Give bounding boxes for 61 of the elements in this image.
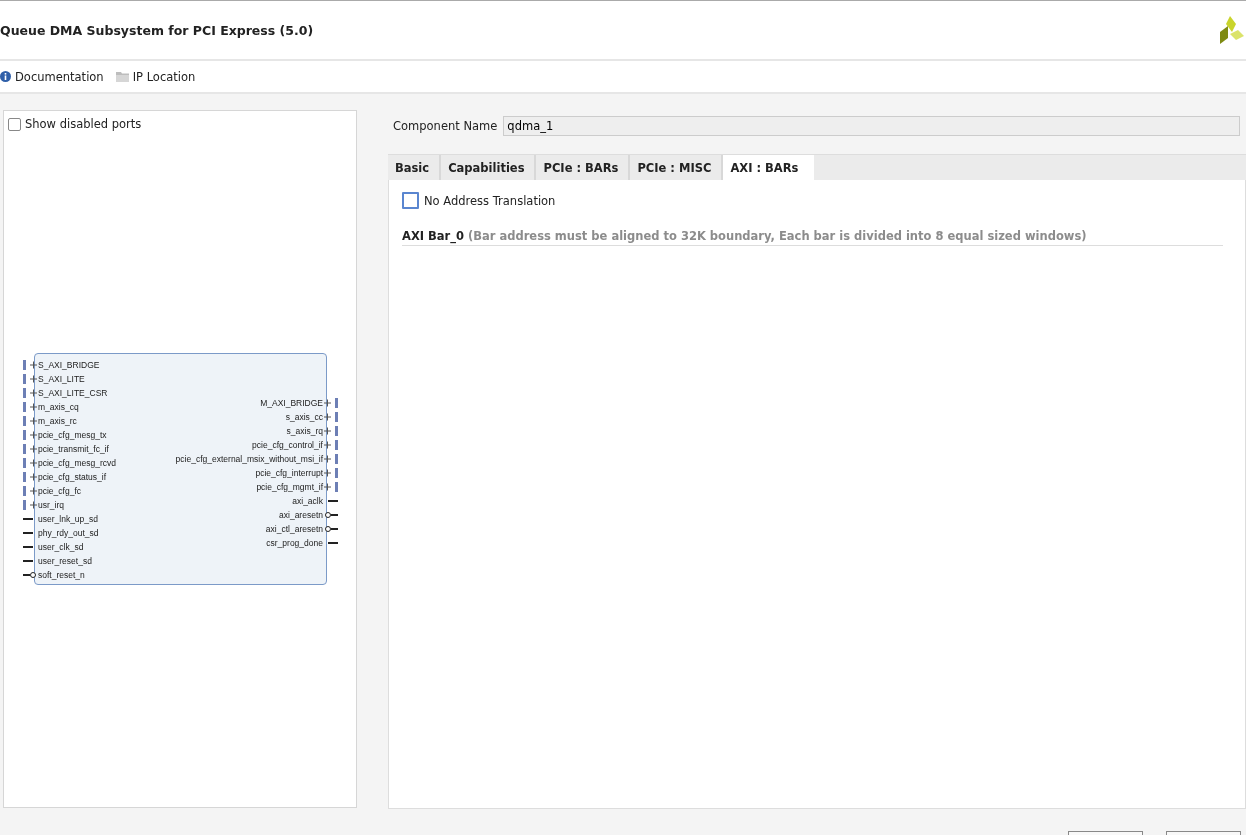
toolbar-link[interactable]: IP Location xyxy=(115,69,196,84)
port-label: s_axis_rq xyxy=(286,426,323,436)
bus-pin-icon xyxy=(23,457,37,469)
field-label: Component Name xyxy=(393,119,498,133)
bus-pin-icon xyxy=(23,359,37,371)
port-label: pcie_cfg_control_if xyxy=(252,440,323,450)
port-label: pcie_cfg_interrupt xyxy=(255,468,323,478)
port-label: usr_irq xyxy=(38,500,64,510)
bus-pin-icon xyxy=(23,429,37,441)
bus-pin-icon xyxy=(23,443,37,455)
button[interactable] xyxy=(1166,831,1241,835)
port-label: pcie_cfg_fc xyxy=(38,486,81,496)
bus-pin-icon xyxy=(23,373,37,385)
inverted-pin-icon xyxy=(324,523,338,535)
component-name-field[interactable]: qdma_1 xyxy=(503,116,1240,136)
port-label: pcie_cfg_mesg_tx xyxy=(38,430,107,440)
bus-pin-icon xyxy=(23,415,37,427)
port-label: pcie_cfg_status_if xyxy=(38,472,107,482)
bus-pin-icon xyxy=(324,411,338,423)
button[interactable] xyxy=(1068,831,1143,835)
port-label: soft_reset_n xyxy=(38,570,85,580)
port-label: axi_ctl_aresetn xyxy=(265,524,323,534)
bus-pin-icon xyxy=(324,467,338,479)
port-label: axi_aresetn xyxy=(279,510,323,520)
port-label: S_AXI_LITE_CSR xyxy=(38,388,108,398)
bus-pin-icon xyxy=(23,387,37,399)
port-label: m_axis_rc xyxy=(38,416,77,426)
port-label: S_AXI_LITE xyxy=(38,374,85,384)
port-label: user_clk_sd xyxy=(38,542,84,552)
port-label: pcie_cfg_mgmt_if xyxy=(256,482,323,492)
port-label: pcie_cfg_external_msix_without_msi_if xyxy=(175,454,323,464)
bus-pin-icon xyxy=(324,453,338,465)
bus-pin-icon xyxy=(324,397,338,409)
folder-icon xyxy=(115,71,129,82)
bus-pin-icon xyxy=(324,481,338,493)
toolbar-link[interactable]: Documentation xyxy=(0,69,104,84)
port-label: S_AXI_BRIDGE xyxy=(38,360,100,370)
tab[interactable]: AXI : BARs xyxy=(723,155,815,180)
port-label: M_AXI_BRIDGE xyxy=(260,398,323,408)
port-label: s_axis_cc xyxy=(285,412,323,422)
port-label: csr_prog_done xyxy=(266,538,323,548)
port-label: pcie_cfg_mesg_rcvd xyxy=(38,458,116,468)
section-note: (Bar address must be aligned to 32K boundary, Each bar is divided into 8 equal sized windows) xyxy=(468,229,1087,243)
window-title: Queue DMA Subsystem for PCI Express (5.0) xyxy=(0,22,314,38)
bus-pin-icon xyxy=(23,499,37,511)
bus-pin-icon xyxy=(23,485,37,497)
port-label: user_reset_sd xyxy=(38,556,92,566)
port-label: m_axis_cq xyxy=(38,402,79,412)
port-label: pcie_transmit_fc_if xyxy=(38,444,109,454)
port-label: phy_rdy_out_sd xyxy=(38,528,99,538)
port-label: user_lnk_up_sd xyxy=(38,514,98,524)
checkbox[interactable]: No Address Translation xyxy=(402,192,1223,209)
bus-pin-icon xyxy=(23,471,37,483)
inverted-pin-icon xyxy=(324,509,338,521)
port-label: axi_aclk xyxy=(292,496,323,506)
bus-pin-icon xyxy=(324,439,338,451)
inverted-pin-icon xyxy=(23,569,37,581)
bus-pin-icon xyxy=(324,425,338,437)
bus-pin-icon xyxy=(23,401,37,413)
section-title: AXI Bar_0 xyxy=(402,229,464,243)
checkbox[interactable]: Show disabled ports xyxy=(4,111,356,131)
